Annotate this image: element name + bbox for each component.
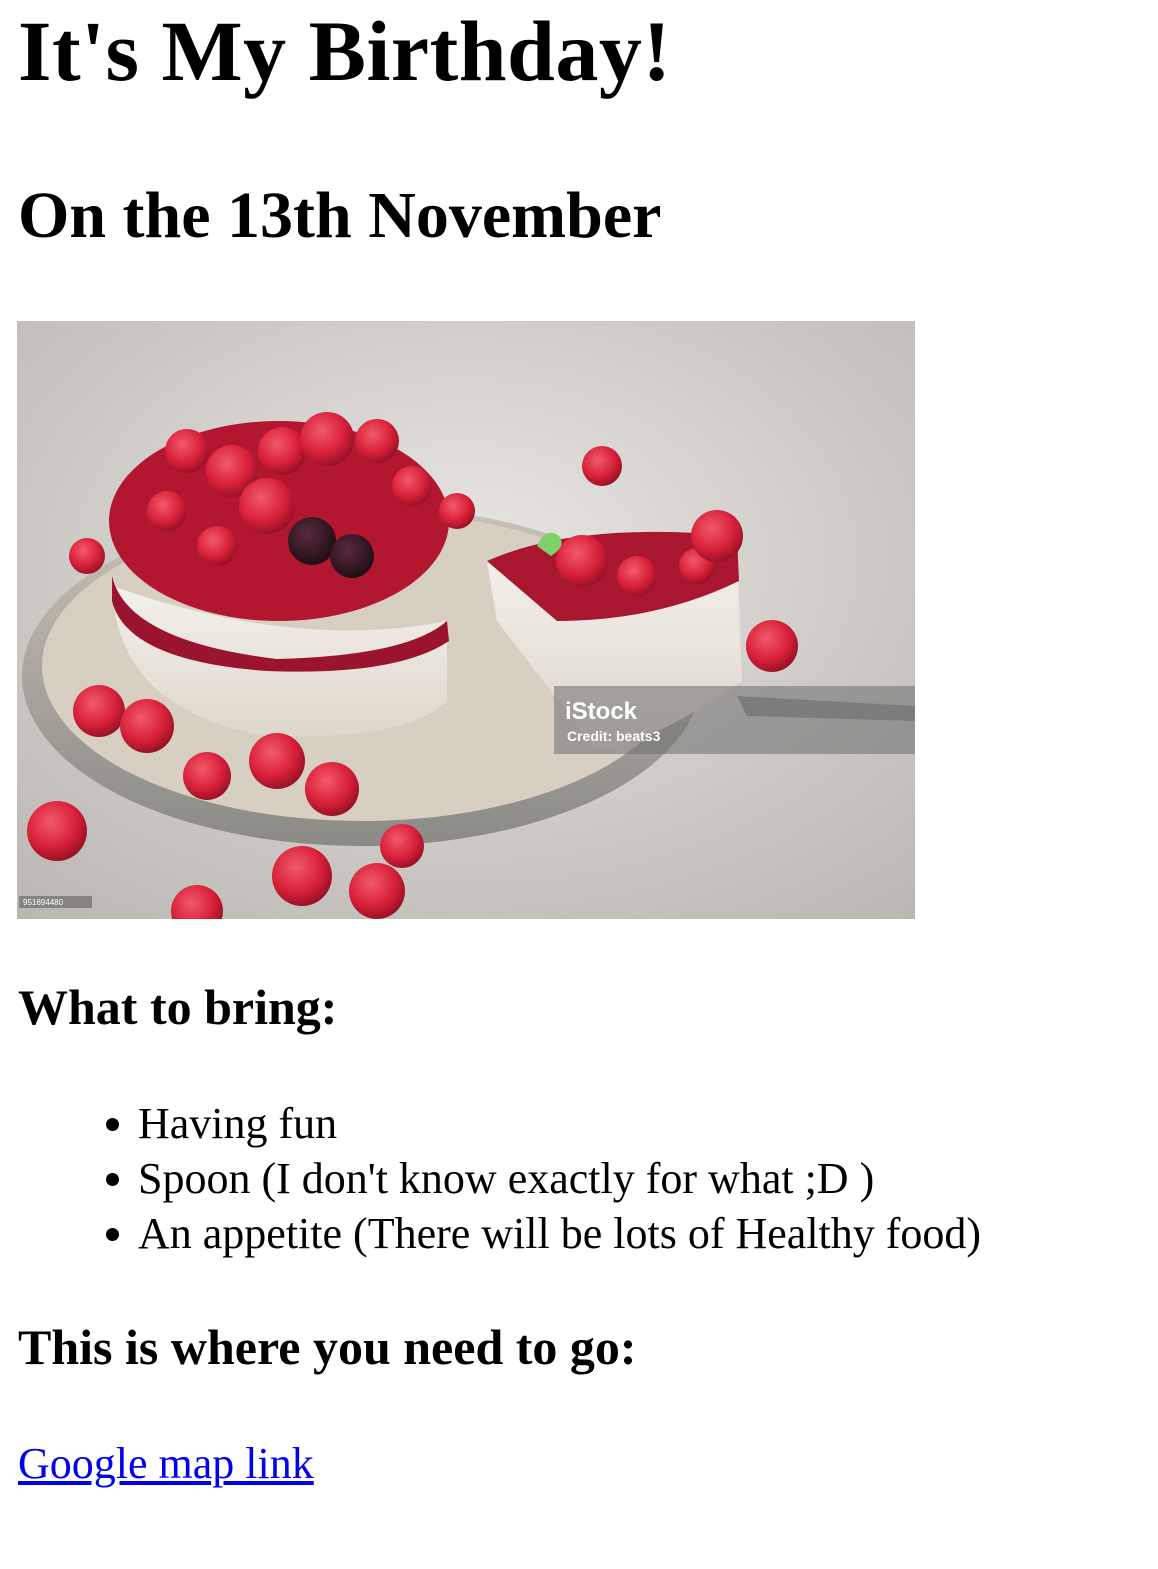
watermark-brand: iStock — [565, 698, 638, 725]
bullet-icon — [106, 1173, 119, 1186]
event-date-heading: On the 13th November — [18, 179, 662, 252]
list-item: Having fun — [106, 1096, 981, 1151]
list-item-label: An appetite (There will be lots of Healt… — [138, 1209, 982, 1258]
google-map-link[interactable]: Google map link — [18, 1438, 314, 1491]
cake-photo: iStock Credit: beats3 951694480 — [17, 321, 915, 919]
cake-illustration: iStock Credit: beats3 951694480 — [17, 321, 915, 919]
list-item-label: Having fun — [138, 1099, 338, 1148]
bullet-icon — [106, 1118, 119, 1131]
list-item: An appetite (There will be lots of Healt… — [106, 1206, 982, 1261]
bring-list: Having fun Spoon (I don't know exactly f… — [0, 1096, 981, 1261]
location-heading: This is where you need to go: — [18, 1319, 637, 1375]
page-title: It's My Birthday! — [18, 3, 672, 99]
watermark-credit: Credit: beats3 — [567, 728, 661, 744]
list-item-label: Spoon (I don't know exactly for what ;D … — [138, 1154, 875, 1203]
list-item: Spoon (I don't know exactly for what ;D … — [106, 1151, 981, 1206]
what-to-bring-heading: What to bring: — [18, 979, 338, 1035]
bullet-icon — [106, 1228, 119, 1241]
page: It's My Birthday! On the 13th November i… — [0, 0, 1158, 1569]
image-id-label: 951694480 — [23, 898, 64, 907]
